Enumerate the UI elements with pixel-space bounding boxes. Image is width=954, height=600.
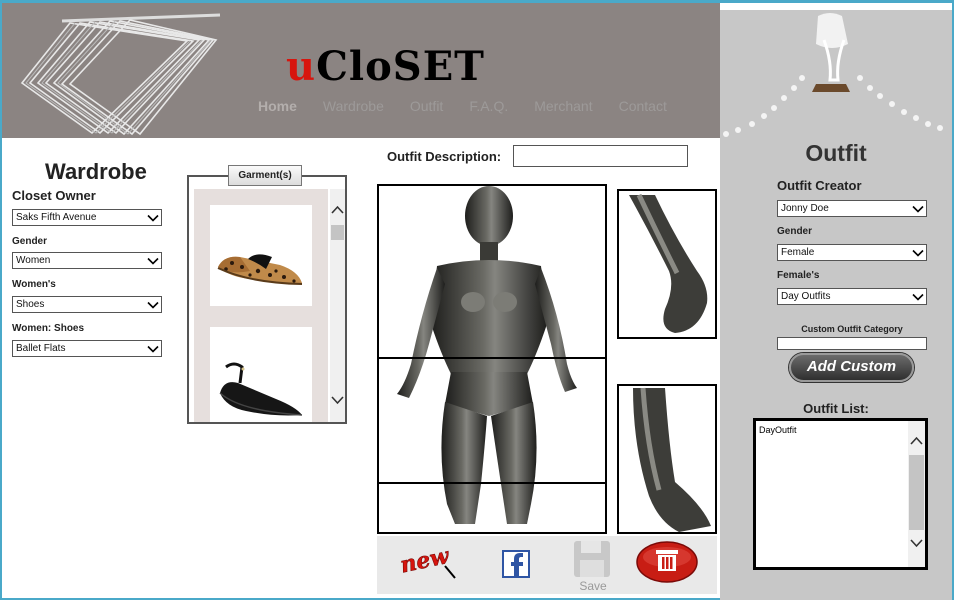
chevron-down-icon[interactable] (910, 537, 923, 549)
chevron-up-icon[interactable] (331, 204, 344, 216)
save-label: Save (579, 579, 607, 593)
outfit-list-scrollbar[interactable] (908, 421, 925, 567)
garments-button[interactable]: Garment(s) (228, 165, 302, 186)
garment-list (194, 189, 328, 422)
subcategory-select[interactable]: Ballet Flats (12, 340, 162, 357)
leopard-flat-image (217, 254, 303, 285)
garment-item[interactable] (210, 205, 312, 306)
outfit-gender-select[interactable]: Female (777, 244, 927, 261)
outfit-toolbar: new Save (377, 536, 717, 594)
outfit-list-label: Outfit List: (803, 401, 869, 416)
outfit-panel-title: Outfit (805, 140, 867, 166)
wardrobe-title: Wardrobe (45, 159, 147, 184)
floppy-disk-icon (574, 541, 610, 577)
chevron-down-icon (147, 214, 159, 222)
chevron-down-icon (912, 249, 924, 257)
chevron-down-icon (147, 345, 159, 353)
outfit-description-label: Outfit Description: (387, 149, 502, 164)
site-header: uCloSET Home Wardrobe Outfit F.A.Q. Merc… (2, 3, 720, 138)
add-custom-button[interactable]: Add Custom (789, 353, 914, 382)
accessory-hand-zone[interactable] (617, 189, 717, 339)
chevron-down-icon (147, 257, 159, 265)
nav-contact[interactable]: Contact (619, 98, 667, 114)
list-item[interactable]: DayOutfit (756, 421, 925, 435)
nav-merchant[interactable]: Merchant (534, 98, 592, 114)
facebook-icon (502, 550, 530, 578)
outfit-gender-label: Gender (777, 226, 813, 237)
category-label: Women's (12, 279, 56, 290)
nav-wardrobe[interactable]: Wardrobe (323, 98, 384, 114)
chevron-down-icon (912, 205, 924, 213)
hangers-graphic (20, 13, 221, 136)
closet-owner-select[interactable]: Saks Fifth Avenue (12, 209, 162, 226)
closet-owner-label: Closet Owner (12, 188, 96, 203)
nav-faq[interactable]: F.A.Q. (469, 98, 508, 114)
delete-outfit-button[interactable] (635, 536, 699, 594)
svg-text:new: new (398, 543, 452, 579)
garment-panel (187, 175, 347, 424)
accessory-foot-zone[interactable] (617, 384, 717, 534)
chevron-down-icon[interactable] (331, 394, 344, 406)
bottom-garment-zone[interactable] (377, 357, 607, 484)
outfit-list[interactable]: DayOutfit (753, 418, 928, 570)
facebook-share-button[interactable] (499, 536, 533, 594)
scroll-thumb[interactable] (331, 225, 344, 240)
chevron-up-icon[interactable] (910, 435, 923, 447)
black-flat-image (219, 362, 303, 416)
outfit-creator-label: Outfit Creator (777, 178, 862, 193)
garment-scrollbar[interactable] (330, 189, 345, 422)
mannequin-dress-area (377, 184, 607, 534)
subcategory-label: Women: Shoes (12, 323, 85, 334)
chevron-down-icon (912, 293, 924, 301)
ucloset-logo[interactable]: uCloSET (286, 43, 485, 90)
mannequin-hand-image (629, 193, 708, 333)
outfit-description-input[interactable] (513, 145, 688, 167)
dress-hanger-graphic (723, 13, 943, 137)
nav-home[interactable]: Home (258, 98, 297, 114)
category-select[interactable]: Shoes (12, 296, 162, 313)
garment-item[interactable] (210, 327, 312, 422)
mannequin-foot-image (633, 387, 711, 532)
outfit-category-label: Female's (777, 270, 820, 281)
custom-outfit-category-label: Custom Outfit Category (801, 324, 903, 334)
main-nav: Home Wardrobe Outfit F.A.Q. Merchant Con… (258, 98, 693, 114)
trash-icon (636, 541, 698, 583)
outfit-category-select[interactable]: Day Outfits (777, 288, 927, 305)
new-icon: new (398, 542, 456, 579)
nav-outfit[interactable]: Outfit (410, 98, 443, 114)
new-outfit-button[interactable]: new (397, 536, 469, 594)
chevron-down-icon (147, 301, 159, 309)
outfit-panel: Outfit Outfit Creator Jonny Doe Gender F… (720, 10, 952, 600)
gender-select[interactable]: Women (12, 252, 162, 269)
custom-outfit-category-input[interactable] (777, 337, 927, 350)
top-garment-zone[interactable] (377, 184, 607, 359)
outfit-creator-select[interactable]: Jonny Doe (777, 200, 927, 217)
scroll-thumb[interactable] (909, 455, 924, 530)
shoes-garment-zone[interactable] (377, 482, 607, 534)
gender-label: Gender (12, 236, 48, 247)
